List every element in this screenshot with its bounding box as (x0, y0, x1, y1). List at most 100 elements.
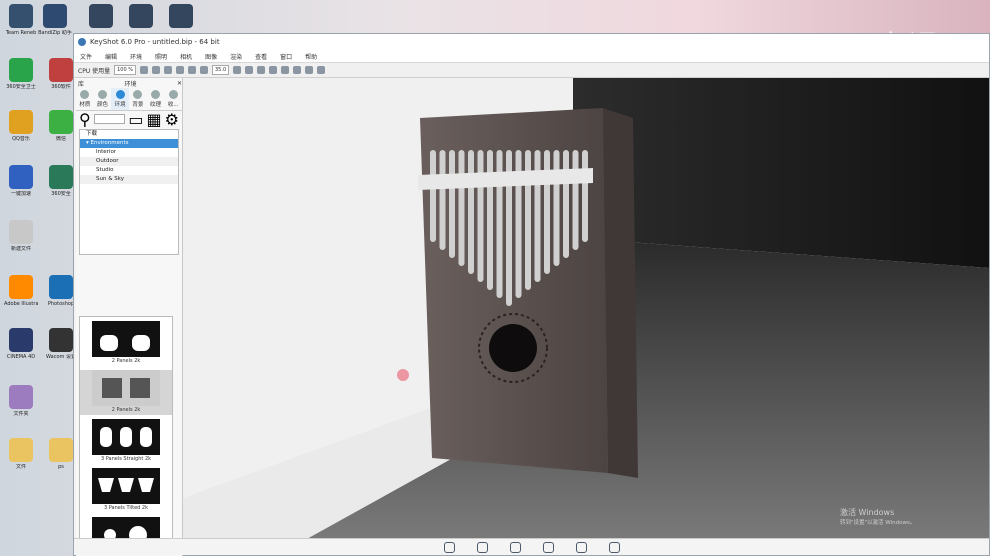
grid-icon[interactable] (245, 66, 254, 74)
move-icon[interactable] (188, 66, 196, 74)
desktop-icon-label: 文件 (15, 464, 26, 470)
app-icon (49, 165, 73, 189)
desktop-icon-label: Team Reneb (5, 30, 37, 36)
camera-icon[interactable] (281, 66, 290, 74)
search-input[interactable] (93, 114, 126, 124)
tab-label: 颜色 (97, 102, 109, 108)
app-icon (9, 275, 33, 299)
keyshot-window: KeyShot 6.0 Pro - untitled.bip - 64 bit … (73, 33, 990, 556)
screenshot-button[interactable] (608, 541, 620, 553)
menu-item[interactable]: 照明 (155, 52, 167, 61)
hdri-thumbnail[interactable]: 2 Panels 2k (80, 321, 172, 366)
render-viewport[interactable] (183, 78, 989, 541)
animation-button[interactable] (542, 541, 554, 553)
render-icon[interactable] (293, 66, 302, 74)
tab-3[interactable]: 背景 (129, 88, 147, 110)
rotate-icon[interactable] (269, 66, 278, 74)
desktop-icon[interactable] (84, 4, 118, 30)
cpu-select[interactable]: 100 % (114, 65, 136, 75)
app-icon (129, 4, 153, 28)
library-tabs: 材质 颜色 环境 背景 纹理 收... (76, 88, 182, 111)
tab-label: 环境 (114, 102, 126, 108)
hdri-thumbnail[interactable]: 2 Panels 2k (80, 370, 172, 415)
tree-item[interactable]: Interior (80, 148, 178, 157)
menu-item[interactable]: 帮助 (305, 52, 317, 61)
desktop-icon-label: Adobe Illustrator (4, 301, 38, 307)
desktop-icon[interactable]: 文件夹 (4, 385, 38, 417)
library-button[interactable] (476, 541, 488, 553)
panel-header: 库 环境 ✕ (76, 78, 182, 88)
thumbnail-label: 3 Panels Straight 2k (100, 456, 152, 462)
tree-item[interactable]: Sun & Sky (80, 175, 178, 184)
desktop-icon[interactable]: 新建文件 (4, 220, 38, 252)
toolbar: CPU 使用量 100 % 35.0 (74, 63, 989, 78)
desktop-icon[interactable] (124, 4, 158, 30)
tab-1[interactable]: 颜色 (94, 88, 112, 110)
desktop-icon[interactable]: BandiZip 助手 (38, 4, 72, 36)
app-icon (49, 275, 73, 299)
material-icon[interactable] (305, 66, 314, 74)
desktop-icon-label: 一键加速 (10, 191, 31, 197)
scissors-icon[interactable] (317, 66, 326, 74)
desktop-icon-label: CINEMA 4D (6, 354, 36, 360)
tab-0[interactable]: 材质 (76, 88, 94, 110)
menu-item[interactable]: 渲染 (230, 52, 242, 61)
thumbnail-image (92, 419, 160, 455)
tree-item[interactable]: Outdoor (80, 157, 178, 166)
close-icon[interactable]: ✕ (177, 80, 182, 87)
tab-4[interactable]: 纹理 (147, 88, 165, 110)
desktop-icon[interactable]: CINEMA 4D (4, 328, 38, 360)
grid-view-icon[interactable]: ▦ (147, 110, 162, 129)
hdri-thumbnail[interactable]: 3 Panels Tilted 2k (80, 468, 172, 513)
lock-icon[interactable] (257, 66, 266, 74)
pause-icon[interactable] (140, 66, 148, 74)
app-icon (169, 4, 193, 28)
gear-icon[interactable]: ⚙ (165, 110, 179, 129)
zoom-icon[interactable] (200, 66, 208, 74)
menu-item[interactable]: 窗口 (280, 52, 292, 61)
tab-icon (151, 90, 161, 99)
tab-icon (98, 90, 107, 99)
tree-item[interactable]: Studio (80, 166, 178, 175)
menu-item[interactable]: 环境 (130, 52, 142, 61)
desktop-icon-label: 新建文件 (10, 246, 31, 252)
project-button[interactable] (509, 541, 521, 553)
tab-label: 收... (167, 102, 179, 108)
thumbnail-label: 3 Panels Tilted 2k (103, 505, 148, 511)
frame-icon[interactable] (233, 66, 242, 74)
menu-item[interactable]: 相机 (180, 52, 192, 61)
app-icon (9, 165, 33, 189)
settings-icon[interactable] (152, 66, 160, 74)
desktop-icon[interactable]: 文件 (4, 438, 38, 470)
menu-item[interactable]: 查看 (255, 52, 267, 61)
search-icon: ⚲ (79, 109, 91, 129)
bottom-toolbar (74, 538, 989, 555)
desktop-icon[interactable]: 一键加速 (4, 165, 38, 197)
tab-icon (133, 90, 143, 99)
cpu-label: CPU 使用量 (78, 67, 111, 75)
desktop-icon[interactable]: Team Reneb (4, 4, 38, 36)
tab-2[interactable]: 环境 (111, 88, 130, 110)
app-icon (49, 438, 73, 462)
app-icon (9, 328, 33, 352)
tree-root[interactable]: 下载 (80, 130, 178, 139)
app-icon (9, 4, 33, 28)
menu-item[interactable]: 图像 (205, 52, 217, 61)
desktop-icon[interactable] (164, 4, 198, 30)
tab-label: 纹理 (150, 102, 162, 108)
hdri-thumbnail[interactable]: 3 Panels Straight 2k (80, 419, 172, 464)
menu-item[interactable]: 文件 (80, 52, 92, 61)
zoom-field[interactable]: 35.0 (212, 65, 230, 75)
desktop-icon[interactable]: 360安全卫士 (4, 58, 38, 90)
desktop-icon[interactable]: QQ音乐 (4, 110, 38, 142)
keyshotvr-button[interactable] (575, 541, 587, 553)
desktop-icon[interactable]: Adobe Illustrator (4, 275, 38, 307)
refresh-icon[interactable] (164, 66, 172, 74)
tree-item-environments[interactable]: ▾ Environments (80, 139, 178, 148)
tab-5[interactable]: 收... (164, 88, 182, 110)
import-button[interactable] (443, 541, 455, 553)
menu-item[interactable]: 编辑 (105, 52, 117, 61)
folder-icon[interactable]: ▭ (128, 110, 143, 129)
import-icon[interactable] (176, 66, 184, 74)
thumbnail-image (92, 370, 160, 406)
